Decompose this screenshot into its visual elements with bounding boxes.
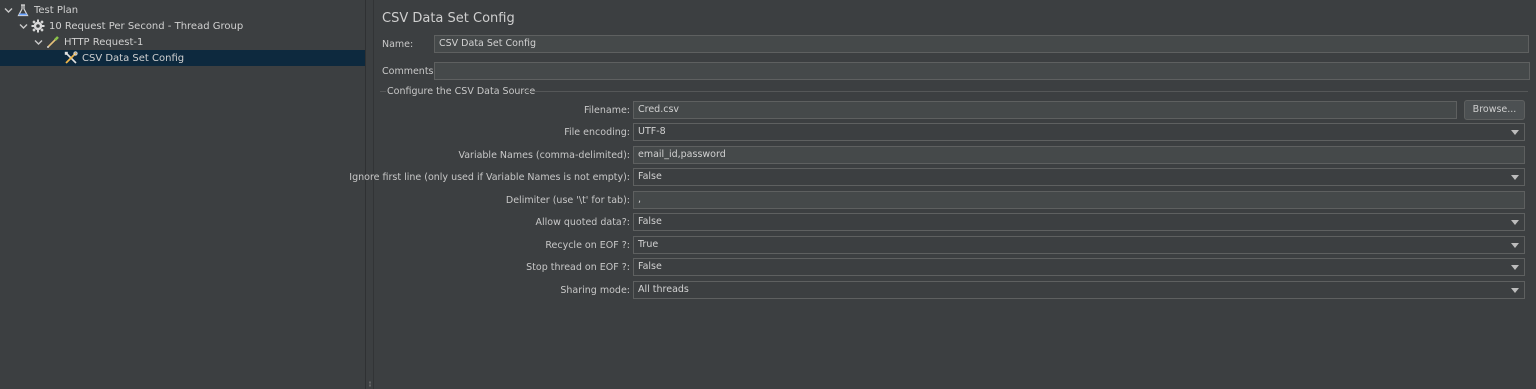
stop-thread-eof-select[interactable]: False xyxy=(633,258,1525,276)
comments-label: Comments: xyxy=(382,66,437,77)
flask-icon xyxy=(16,3,30,17)
encoding-label: File encoding: xyxy=(564,127,630,138)
sharing-mode-label: Sharing mode: xyxy=(560,285,630,296)
varnames-field[interactable]: email_id,password xyxy=(633,146,1525,164)
chevron-down-icon[interactable] xyxy=(19,22,28,31)
group-title: Configure the CSV Data Source xyxy=(387,86,536,97)
stop-thread-eof-value: False xyxy=(638,261,662,272)
page-title: CSV Data Set Config xyxy=(382,11,515,26)
ignore-first-line-select[interactable]: False xyxy=(633,168,1525,186)
sharing-mode-value: All threads xyxy=(638,284,689,295)
name-field[interactable]: CSV Data Set Config xyxy=(434,35,1529,53)
recycle-eof-value: True xyxy=(638,239,659,250)
chevron-down-icon[interactable] xyxy=(1511,175,1519,180)
chevron-down-icon[interactable] xyxy=(4,6,13,15)
tree-item-thread-group[interactable]: 10 Request Per Second - Thread Group xyxy=(0,18,365,34)
chevron-down-icon[interactable] xyxy=(1511,130,1519,135)
tree-item-label: HTTP Request-1 xyxy=(64,36,144,48)
chevron-down-icon[interactable] xyxy=(1511,288,1519,293)
csv-config-panel: CSV Data Set Config Name: CSV Data Set C… xyxy=(349,0,1536,389)
quoted-data-value: False xyxy=(638,216,662,227)
encoding-value: UTF-8 xyxy=(638,126,666,137)
delimiter-field[interactable]: , xyxy=(633,191,1525,209)
tree-item-csv-data-set-config[interactable]: CSV Data Set Config xyxy=(0,50,365,66)
jmeter-window: Test Plan 10 Request Per Second - Thread… xyxy=(0,0,1536,389)
pipette-icon xyxy=(46,35,60,49)
chevron-down-icon[interactable] xyxy=(34,38,43,47)
browse-button[interactable]: Browse... xyxy=(1464,100,1525,120)
splitter-grip-icon[interactable] xyxy=(369,381,371,387)
encoding-select[interactable]: UTF-8 xyxy=(633,123,1525,141)
comments-field[interactable] xyxy=(434,62,1530,80)
group-border xyxy=(522,91,1528,92)
delimiter-label: Delimiter (use '\t' for tab): xyxy=(505,195,630,206)
chevron-down-icon[interactable] xyxy=(1511,243,1519,248)
tree-item-label: Test Plan xyxy=(34,4,79,16)
group-border xyxy=(380,91,386,92)
varnames-label: Variable Names (comma-delimited): xyxy=(458,150,630,161)
chevron-down-icon[interactable] xyxy=(1511,220,1519,225)
ignore-first-line-value: False xyxy=(638,171,662,182)
tree-item-test-plan[interactable]: Test Plan xyxy=(0,2,365,18)
tools-icon xyxy=(64,51,78,65)
quoted-data-label: Allow quoted data?: xyxy=(535,217,630,228)
tree-item-http-request[interactable]: HTTP Request-1 xyxy=(0,34,365,50)
tree-item-label: CSV Data Set Config xyxy=(82,52,185,64)
recycle-eof-select[interactable]: True xyxy=(633,236,1525,254)
filename-label: Filename: xyxy=(583,105,630,116)
chevron-down-icon[interactable] xyxy=(1511,265,1519,270)
quoted-data-select[interactable]: False xyxy=(633,213,1525,231)
filename-field[interactable]: Cred.csv xyxy=(633,101,1457,119)
stop-thread-eof-label: Stop thread on EOF ?: xyxy=(526,262,630,273)
panel-splitter[interactable] xyxy=(365,0,374,389)
test-plan-tree: Test Plan 10 Request Per Second - Thread… xyxy=(0,0,365,389)
name-label: Name: xyxy=(382,39,414,50)
recycle-eof-label: Recycle on EOF ?: xyxy=(545,240,630,251)
sharing-mode-select[interactable]: All threads xyxy=(633,281,1525,299)
tree-item-label: 10 Request Per Second - Thread Group xyxy=(49,20,244,32)
gear-icon xyxy=(31,19,45,33)
ignore-first-line-label: Ignore first line (only used if Variable… xyxy=(349,172,630,183)
